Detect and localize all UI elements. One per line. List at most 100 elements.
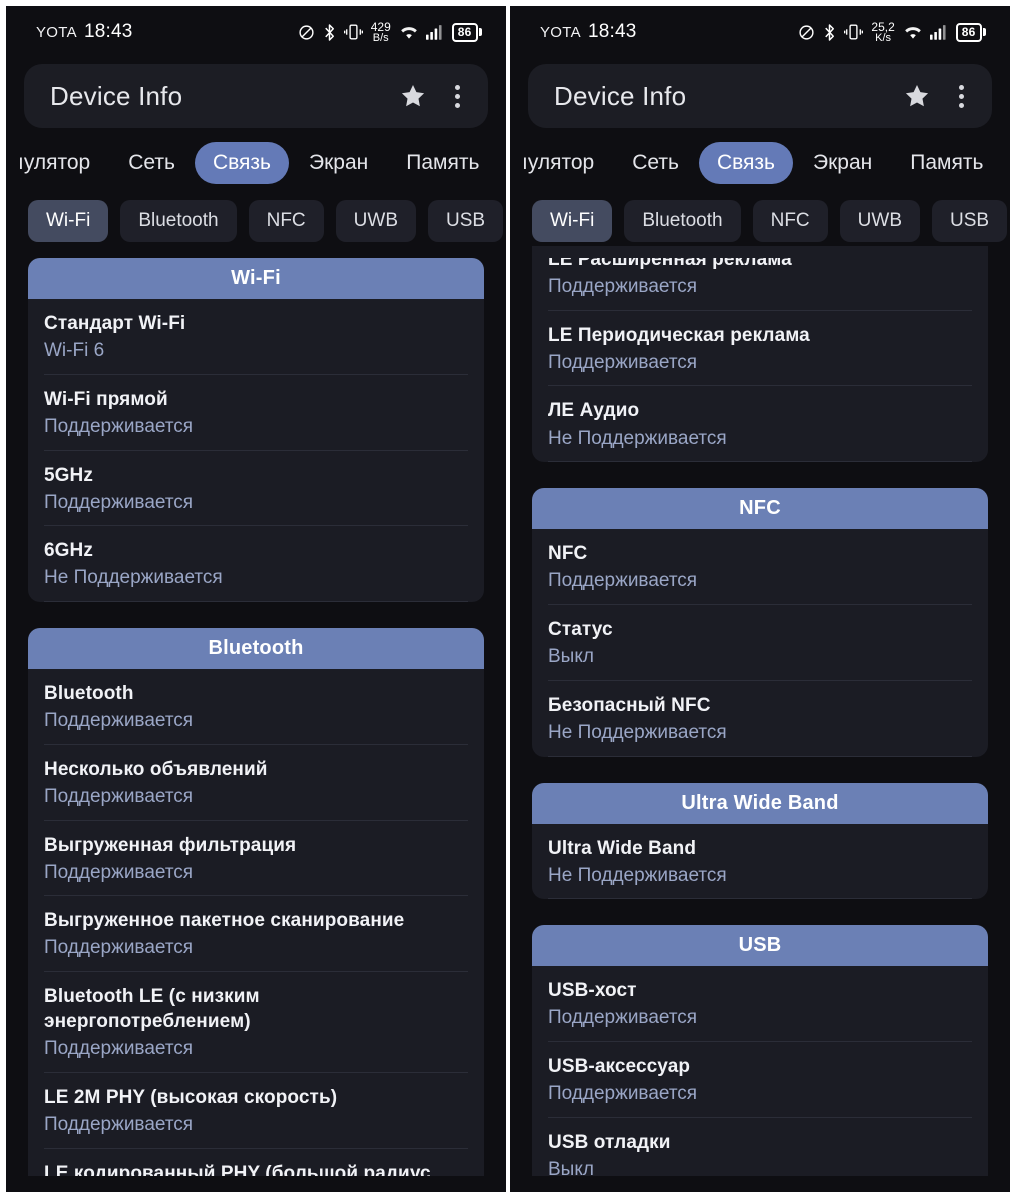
info-row-label: USB-хост <box>548 980 637 1002</box>
info-row-label: Выгруженное пакетное сканирование <box>44 910 405 932</box>
info-row: Несколько объявлений Поддерживается <box>44 745 468 821</box>
section-card-bluetooth: Bluetooth Bluetooth Поддерживается Нескольк… <box>28 628 484 1176</box>
main-tab-5[interactable]: Память <box>388 142 497 184</box>
wifi-icon <box>903 24 923 40</box>
info-row: Ultra Wide Band Не Поддерживается <box>548 824 972 900</box>
info-row-value: Поддерживается <box>44 710 194 732</box>
info-row: LE 2M PHY (высокая скорость) Поддерживает… <box>44 1073 468 1149</box>
info-row-label: LE 2M PHY (высокая скорость) <box>44 1086 338 1108</box>
sub-tab-usb[interactable]: USB <box>428 200 504 242</box>
info-row-value: Поддерживается <box>44 491 194 513</box>
section-header: USB <box>532 925 988 967</box>
dnd-icon <box>298 24 315 41</box>
kebab-dot <box>455 102 460 108</box>
info-row: LE Расширенная реклама Поддерживается <box>548 246 972 311</box>
sub-tab-wi-fi[interactable]: Wi-Fi <box>532 200 613 242</box>
status-bar-left-group: YOTA 18:43 <box>36 21 132 43</box>
sub-tab-bluetooth[interactable]: Bluetooth <box>624 200 741 242</box>
section-body: USB-хост Поддерживается USB-аксессуар Подде… <box>532 966 988 1176</box>
section-body: Ultra Wide Band Не Поддерживается <box>532 824 988 900</box>
main-tab-bar-left[interactable]: ıулятор Сеть Связь Экран Память <box>6 138 506 188</box>
info-row-label: USB отладки <box>548 1131 671 1153</box>
sub-tab-uwb[interactable]: UWB <box>839 200 920 242</box>
app-bar-actions <box>399 82 466 111</box>
section-header: Bluetooth <box>28 628 484 670</box>
kebab-dot <box>455 84 460 90</box>
info-row-label: Стандарт Wi-Fi <box>44 313 186 334</box>
main-tab-4[interactable]: Экран <box>795 142 890 184</box>
info-row-label: Несколько объявлений <box>44 758 268 780</box>
bluetooth-icon <box>322 23 337 42</box>
info-row-label: 6GHz <box>44 540 93 562</box>
main-tab-1[interactable]: ıулятор <box>516 142 612 184</box>
info-row-label: Ultra Wide Band <box>548 837 697 859</box>
info-row-label: Wi-Fi прямой <box>44 388 168 410</box>
network-speed-rate: 25,2 <box>871 19 895 34</box>
main-tab-2[interactable]: Сеть <box>614 142 697 184</box>
info-row: USB отладки Выкл <box>548 1118 972 1176</box>
network-speed-indicator: 25,2 K/s <box>871 21 894 44</box>
info-row-label: Статус <box>548 618 613 640</box>
carrier-label: YOTA <box>36 24 77 41</box>
info-row: Wi-Fi прямой Поддерживается <box>44 375 468 451</box>
overflow-menu-icon[interactable] <box>953 82 970 111</box>
signal-icon <box>929 24 949 40</box>
battery-cap <box>479 28 482 36</box>
info-row-value: Поддерживается <box>44 785 194 807</box>
info-row-label: LE Периодическая реклама <box>548 324 810 346</box>
main-tab-1[interactable]: ıулятор <box>12 142 108 184</box>
content-left[interactable]: Wi-Fi Стандарт Wi-Fi Wi-Fi 6 Wi-Fi прямой По… <box>6 246 506 1176</box>
info-row: LE Периодическая реклама Поддерживается <box>548 311 972 387</box>
info-row-value: Поддерживается <box>44 1038 194 1060</box>
star-icon[interactable] <box>399 82 427 110</box>
info-row-label: LE кодированный PHY (большой радиус дейс… <box>44 1162 431 1176</box>
sub-tab-nfc[interactable]: NFC <box>248 200 324 242</box>
section-body: Bluetooth Поддерживается Несколько объявле… <box>28 669 484 1176</box>
status-bar-left: YOTA 18:43 429 B/s 86 <box>6 6 506 58</box>
cut-off-label-wrapper: LE Расширенная реклама <box>548 258 972 272</box>
battery-icon: 86 <box>451 22 482 42</box>
sub-tab-bar-right[interactable]: Wi-Fi Bluetooth NFC UWB USB <box>510 196 1010 246</box>
status-bar-right: YOTA 18:43 25,2 K/s 86 <box>510 6 1010 58</box>
section-card-bluetooth-continued: LE Расширенная реклама Поддерживается LE П… <box>532 246 988 463</box>
info-row: 6GHz Не Поддерживается <box>44 526 468 603</box>
star-icon[interactable] <box>903 82 931 110</box>
sub-tab-bluetooth[interactable]: Bluetooth <box>120 200 237 242</box>
sub-tab-nfc[interactable]: NFC <box>752 200 828 242</box>
dual-screenshot-container: YOTA 18:43 429 B/s 86 Device Info ıулято… <box>0 0 1022 1200</box>
bluetooth-icon <box>822 23 837 42</box>
info-row: LE кодированный PHY (большой радиус дейс… <box>44 1149 468 1176</box>
app-bar-left: Device Info <box>24 64 488 128</box>
battery-icon: 86 <box>955 22 986 42</box>
main-tab-bar-right[interactable]: ıулятор Сеть Связь Экран Память <box>510 138 1010 188</box>
main-tab-5[interactable]: Память <box>892 142 1001 184</box>
sub-tab-bar-left[interactable]: Wi-Fi Bluetooth NFC UWB USB <box>6 196 506 246</box>
info-row: Bluetooth Поддерживается <box>44 669 468 745</box>
main-tab-4[interactable]: Экран <box>291 142 386 184</box>
right-phone-screen: YOTA 18:43 25,2 K/s 86 Device Info ıулят… <box>510 6 1010 1192</box>
app-bar-right: Device Info <box>528 64 992 128</box>
vibrate-icon <box>343 23 363 41</box>
info-row: 5GHz Поддерживается <box>44 451 468 527</box>
info-row-label: Безопасный NFC <box>548 694 711 716</box>
info-row-value: Поддерживается <box>44 861 194 883</box>
section-body: LE Расширенная реклама Поддерживается LE П… <box>532 246 988 463</box>
section-card-ultra-wide-band: Ultra Wide Band Ultra Wide Band Не Поддерж… <box>532 782 988 900</box>
cut-off-row-label: LE Расширенная реклама <box>548 258 792 270</box>
page-title: Device Info <box>50 80 183 111</box>
main-tab-3[interactable]: Связь <box>698 142 793 184</box>
info-row-value: Поддерживается <box>44 415 194 437</box>
sub-tab-wi-fi[interactable]: Wi-Fi <box>28 200 109 242</box>
main-tab-3[interactable]: Связь <box>194 142 289 184</box>
content-right[interactable]: LE Расширенная реклама Поддерживается LE П… <box>510 246 1010 1176</box>
sub-tab-usb[interactable]: USB <box>932 200 1008 242</box>
section-header: NFC <box>532 488 988 530</box>
overflow-menu-icon[interactable] <box>449 82 466 111</box>
network-speed-unit: K/s <box>875 31 892 44</box>
battery-cap <box>983 28 986 36</box>
network-speed-rate: 429 <box>370 19 391 34</box>
info-row-value: Выкл <box>548 646 594 668</box>
sub-tab-uwb[interactable]: UWB <box>335 200 416 242</box>
main-tab-2[interactable]: Сеть <box>110 142 193 184</box>
info-row: USB-аксессуар Поддерживается <box>548 1042 972 1118</box>
